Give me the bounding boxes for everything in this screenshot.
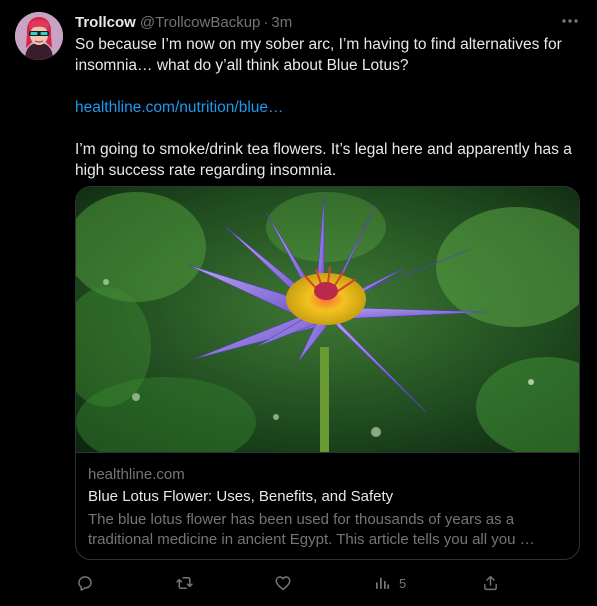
reply-button[interactable] <box>76 572 94 594</box>
display-name[interactable]: Trollcow <box>75 14 136 31</box>
user-handle[interactable]: @TrollcowBackup <box>140 14 261 31</box>
tweet-text-paragraph-1: So because I’m now on my sober arc, I’m … <box>75 36 562 74</box>
separator-dot: · <box>263 13 269 31</box>
tweet[interactable]: Trollcow @TrollcowBackup · 3m So because… <box>0 0 597 606</box>
tweet-link[interactable]: healthline.com/nutrition/blue… <box>75 99 284 116</box>
timestamp[interactable]: 3m <box>271 14 292 31</box>
views-button[interactable]: 5 <box>374 572 406 594</box>
card-domain: healthline.com <box>88 466 185 483</box>
link-preview-card[interactable]: healthline.com Blue Lotus Flower: Uses, … <box>75 186 580 560</box>
views-count: 5 <box>399 575 407 591</box>
more-options-button[interactable] <box>557 10 583 32</box>
like-button[interactable] <box>274 572 292 594</box>
action-bar: 5 <box>72 572 502 594</box>
like-icon <box>275 576 291 591</box>
avatar[interactable] <box>15 12 63 60</box>
card-description: The blue lotus flower has been used for … <box>88 511 535 548</box>
retweet-icon <box>176 577 193 589</box>
card-title[interactable]: Blue Lotus Flower: Uses, Benefits, and S… <box>88 488 393 505</box>
card-image[interactable] <box>76 187 579 453</box>
share-icon <box>484 575 497 591</box>
more-icon <box>562 19 578 23</box>
tweet-text: So because I’m now on my sober arc, I’m … <box>75 34 575 181</box>
views-icon <box>376 577 390 589</box>
reply-icon <box>78 576 92 591</box>
tweet-text-paragraph-2: I’m going to smoke/drink tea flowers. It… <box>75 141 572 179</box>
share-button[interactable] <box>482 572 499 594</box>
tweet-header: Trollcow @TrollcowBackup · 3m <box>75 12 292 32</box>
retweet-button[interactable] <box>175 572 194 594</box>
